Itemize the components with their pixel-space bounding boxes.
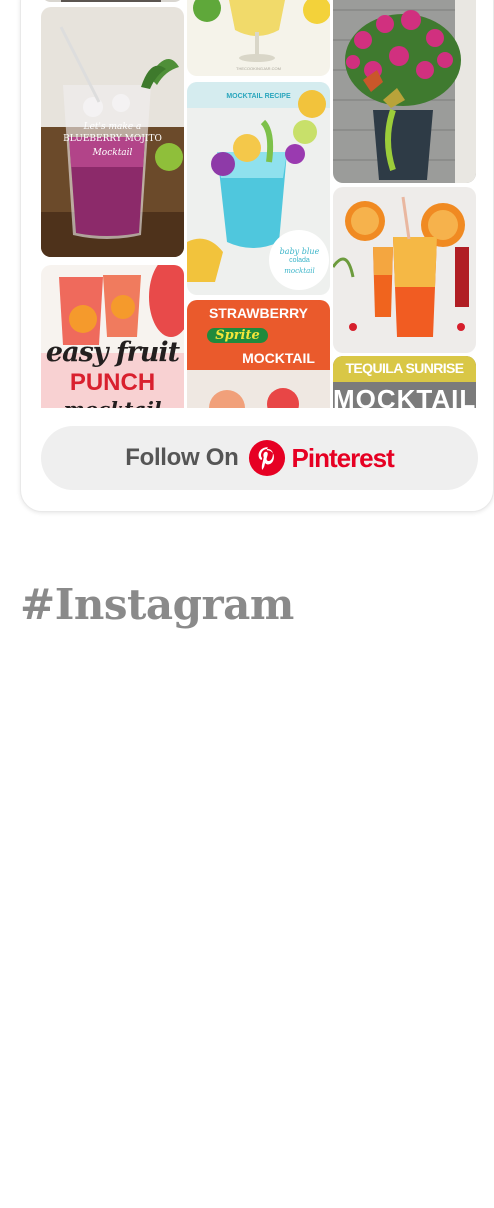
pin-sunrise-line-2: MOCKTAIL (333, 384, 476, 408)
follow-on-pinterest-button[interactable]: Follow On Pinterest (41, 426, 478, 490)
pin-blueberry-line-3: Mocktail (92, 148, 133, 158)
pin-colada-banner: MOCKTAIL RECIPE (226, 93, 291, 100)
pin-baby-blue-colada[interactable]: MOCKTAIL RECIPE baby blue colada mocktai… (187, 82, 330, 295)
pin-tequila-sunrise-title[interactable]: TEQUILA SUNRISE MOCKTAIL (333, 356, 476, 408)
pin-sprite-line-3: MOCKTAIL (242, 350, 315, 366)
pin-image[interactable] (41, 0, 184, 2)
pin-strawberry-sprite[interactable]: STRAWBERRY Sprite MOCKTAIL (187, 300, 330, 408)
instagram-heading: #Instagram (20, 580, 294, 629)
pin-lemonade-caption: THECOOKINGJAR.COM (236, 66, 281, 71)
pinterest-logo-icon (248, 439, 285, 477)
pin-fruit-punch-line-3: mocktail (41, 397, 184, 408)
pin-sprite-line-2: Sprite (207, 328, 268, 343)
pin-flower-planter[interactable] (333, 0, 476, 183)
pin-blueberry-mojito[interactable]: Let's make a BLUEBERRY MOJITO Mocktail (41, 7, 184, 257)
pinterest-brand-label: Pinterest (291, 442, 395, 473)
pin-tequila-sunrise-drink[interactable] (333, 187, 476, 353)
pin-colada-corner-1: baby blue (279, 247, 320, 256)
follow-on-label: Follow On (125, 444, 239, 471)
pin-blueberry-line-1: Let's make a (83, 122, 142, 132)
pin-grid: Let's make a BLUEBERRY MOJITO Mocktail T… (0, 0, 494, 408)
pin-lemonade-glass[interactable]: THECOOKINGJAR.COM (187, 0, 330, 76)
pin-sprite-line-1: STRAWBERRY (208, 305, 309, 321)
pin-sunrise-line-1: TEQUILA SUNRISE (345, 360, 464, 376)
pin-fruit-punch-line-2: PUNCH (69, 369, 156, 396)
pin-blueberry-line-2: BLUEBERRY MOJITO (63, 134, 162, 144)
pin-colada-corner-3: mocktail (284, 267, 315, 275)
pin-fruit-punch[interactable]: easy fruit PUNCH mocktail (41, 265, 184, 408)
pin-colada-corner-2: colada (289, 257, 310, 264)
pin-fruit-punch-line-1: easy fruit (45, 337, 180, 368)
